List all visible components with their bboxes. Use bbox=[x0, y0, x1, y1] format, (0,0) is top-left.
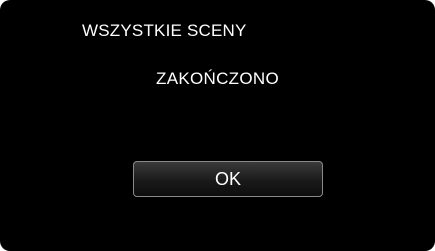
dialog-title: WSZYSTKIE SCENY bbox=[82, 21, 247, 40]
ok-button[interactable]: OK bbox=[133, 161, 323, 197]
ok-button-label: OK bbox=[214, 168, 241, 189]
status-message: ZAKOŃCZONO bbox=[156, 69, 279, 88]
camera-dialog-screen: WSZYSTKIE SCENY ZAKOŃCZONO OK bbox=[0, 0, 435, 251]
